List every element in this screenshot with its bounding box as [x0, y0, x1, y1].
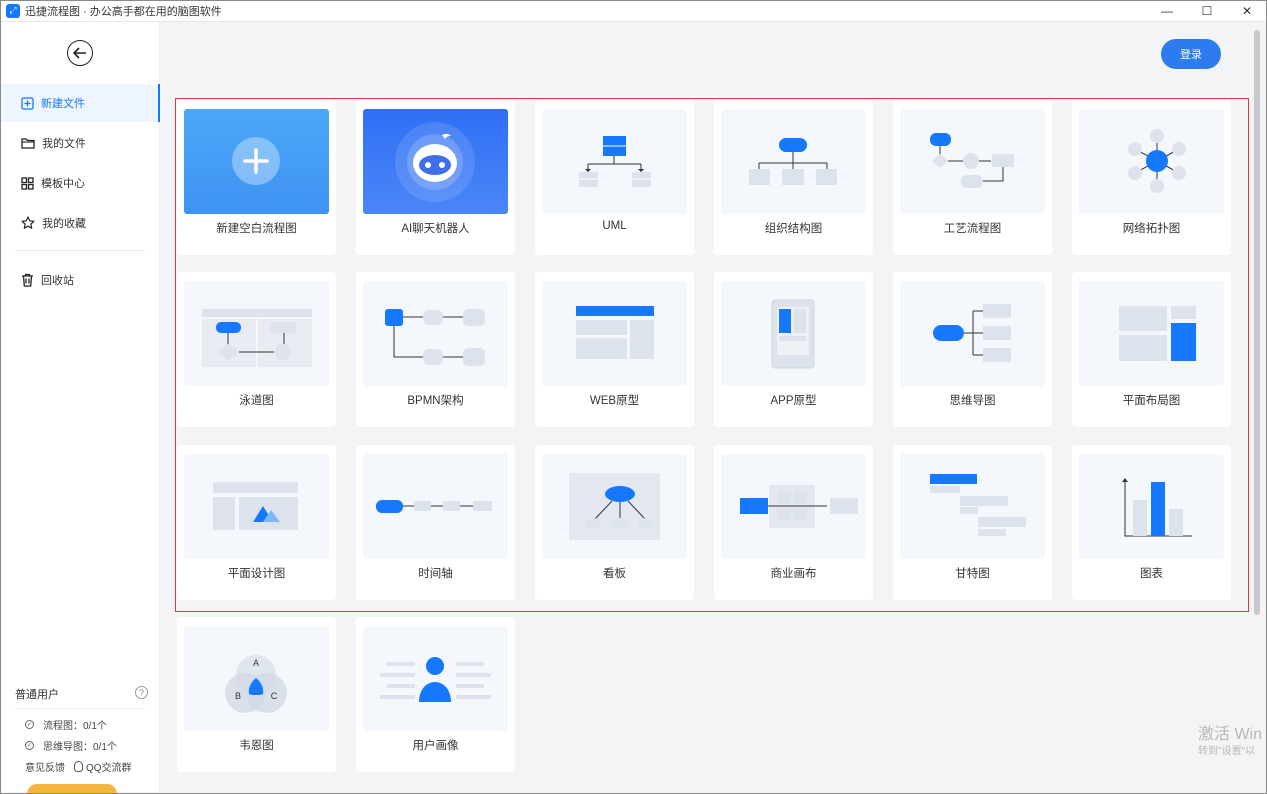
sidebar-divider — [15, 250, 145, 251]
sidebar-item-label: 模板中心 — [41, 178, 85, 190]
sidebar-item-recycle-bin[interactable]: 回收站 — [1, 261, 160, 299]
template-label: 韦恩图 — [239, 740, 274, 752]
check-circle-icon: ✓ — [25, 720, 34, 729]
trash-icon — [22, 273, 33, 287]
quota-mindmap: ✓ 思维导图：0/1个 — [25, 738, 117, 753]
back-button[interactable] — [67, 40, 93, 66]
vip-upgrade-button[interactable] — [27, 784, 117, 794]
title-bar: ⤢ 迅捷流程图 · 办公高手都在用的脑图软件 — ☐ ✕ — [0, 0, 1267, 22]
check-circle-icon: ✓ — [25, 741, 34, 750]
maximize-button[interactable]: ☐ — [1187, 0, 1227, 22]
sidebar-item-favorites[interactable]: 我的收藏 — [1, 204, 160, 242]
venn-diagram-icon: A B C — [225, 655, 287, 713]
sidebar-item-my-files[interactable]: 我的文件 — [1, 124, 160, 162]
template-label: 用户画像 — [412, 740, 459, 752]
qq-icon — [74, 761, 83, 772]
template-card-venn[interactable]: A B C 韦恩图 — [177, 617, 336, 772]
sidebar-item-label: 我的收藏 — [42, 218, 86, 230]
sidebar-item-label: 新建文件 — [41, 98, 85, 110]
quota-label: 流程图：0/1个 — [43, 721, 107, 732]
login-button[interactable]: 登录 — [1161, 39, 1221, 69]
sidebar-item-label: 我的文件 — [42, 138, 86, 150]
venn-label-b: B — [235, 691, 241, 701]
app-logo-icon: ⤢ — [6, 3, 20, 18]
quota-label: 思维导图：0/1个 — [43, 742, 117, 753]
venn-label-c: C — [271, 691, 278, 701]
highlight-frame — [175, 98, 1249, 612]
close-button[interactable]: ✕ — [1227, 0, 1267, 22]
qq-group-label: QQ交流群 — [86, 763, 132, 774]
template-thumbnail — [363, 626, 508, 731]
sidebar-item-template-center[interactable]: 模板中心 — [1, 164, 160, 202]
qq-group-link[interactable]: QQ交流群 — [74, 759, 132, 774]
feedback-link[interactable]: 意见反馈 — [25, 759, 65, 774]
star-icon — [21, 216, 35, 229]
minimize-button[interactable]: — — [1147, 0, 1187, 22]
quota-flowchart: ✓ 流程图：0/1个 — [25, 717, 107, 732]
venn-label-a: A — [253, 658, 259, 668]
user-level: 普通用户 — [15, 689, 59, 701]
activation-watermark-sub: 转到"设置"以 — [1198, 746, 1256, 757]
sidebar: 新建文件 我的文件 模板中心 我的收藏 回收站 普通用户 ? ✓ 流程图：0/1… — [1, 22, 160, 794]
grid-icon — [21, 176, 34, 190]
help-icon[interactable]: ? — [135, 686, 148, 699]
user-persona-icon — [380, 657, 491, 702]
arrow-left-icon — [73, 47, 86, 59]
activation-watermark: 激活 Win — [1198, 726, 1263, 743]
sidebar-item-label: 回收站 — [41, 275, 74, 287]
window-title: 迅捷流程图 · 办公高手都在用的脑图软件 — [25, 5, 222, 18]
quota-divider — [15, 708, 145, 709]
file-plus-icon — [21, 96, 34, 110]
scrollbar-thumb[interactable] — [1254, 30, 1260, 615]
folder-icon — [21, 138, 35, 149]
sidebar-item-new-file[interactable]: 新建文件 — [1, 84, 160, 122]
template-card-user-persona[interactable]: 用户画像 — [356, 617, 515, 772]
template-thumbnail: A B C — [184, 626, 329, 731]
window-controls: — ☐ ✕ — [1147, 0, 1267, 22]
